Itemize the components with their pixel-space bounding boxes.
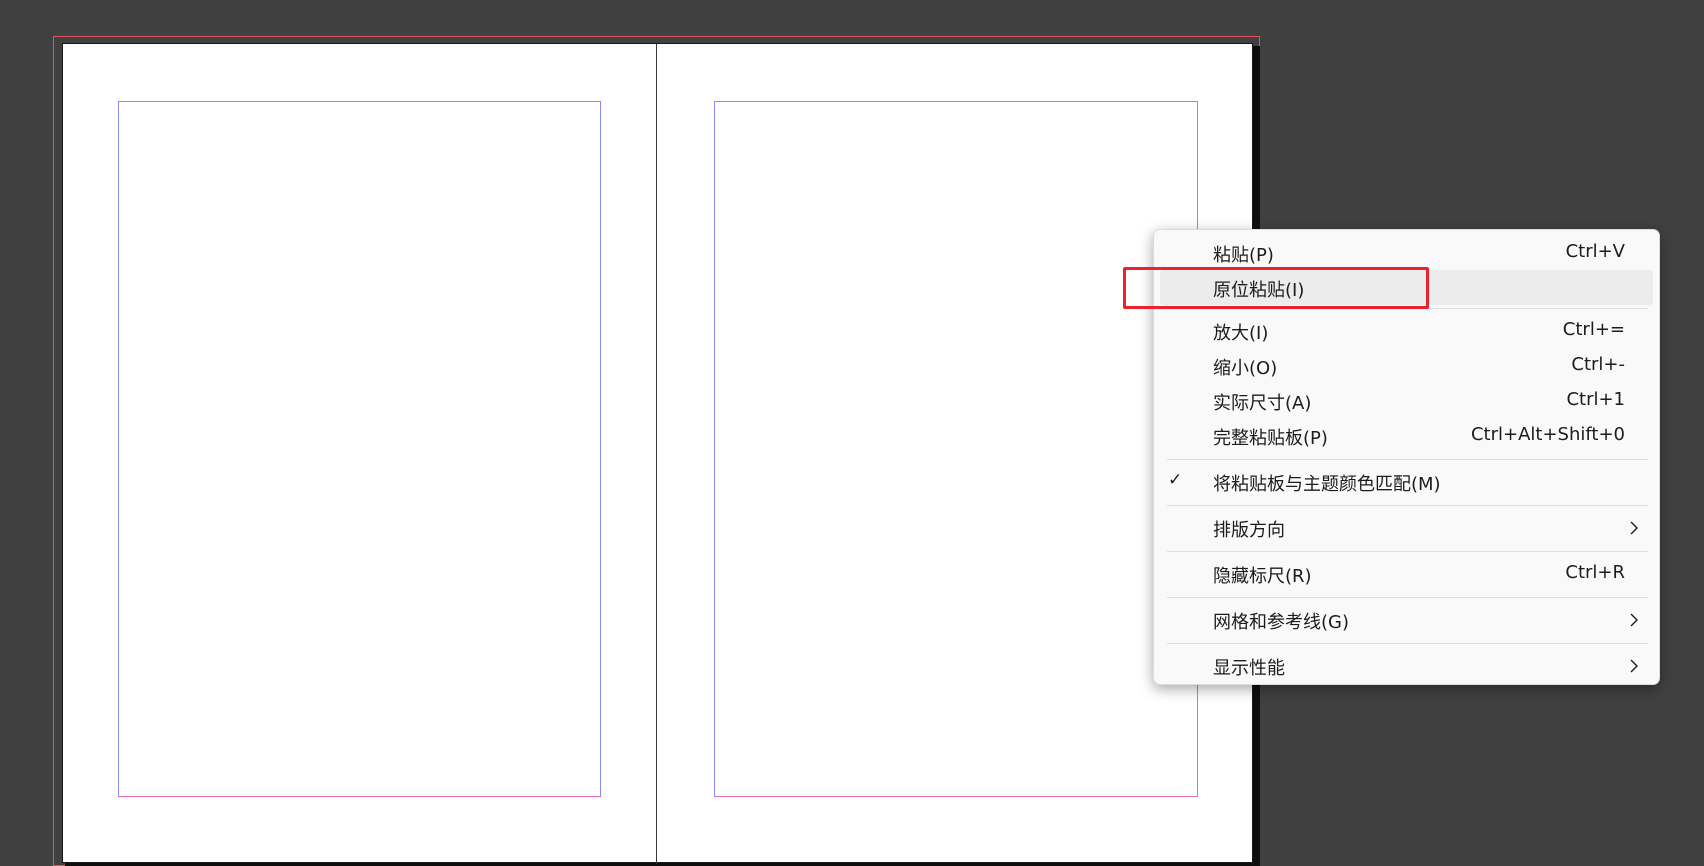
menu-item-label: 隐藏标尺(R) (1213, 566, 1312, 587)
menu-item-shortcut: Ctrl+R (1565, 562, 1625, 583)
menu-item-shortcut: Ctrl+Alt+Shift+0 (1470, 424, 1625, 445)
menu-item-paste[interactable]: 粘贴(P) Ctrl+V (1160, 235, 1653, 270)
checkmark-icon: ✓ (1168, 470, 1183, 490)
menu-item-shortcut: Ctrl+= (1562, 319, 1625, 340)
menu-separator (1167, 505, 1648, 506)
menu-item-display-performance[interactable]: 显示性能 (1160, 648, 1653, 683)
menu-item-paste-in-place[interactable]: 原位粘贴(I) (1160, 270, 1653, 305)
menu-item-label: 粘贴(P) (1213, 245, 1274, 266)
menu-item-match-pasteboard-theme[interactable]: ✓ 将粘贴板与主题颜色匹配(M) (1160, 464, 1653, 499)
pasteboard[interactable]: 粘贴(P) Ctrl+V 原位粘贴(I) 放大(I) Ctrl+= 缩小(O) … (0, 0, 1704, 866)
left-page-margin-guide (118, 101, 601, 797)
menu-item-label: 实际尺寸(A) (1213, 393, 1312, 414)
menu-separator (1167, 643, 1648, 644)
menu-item-label: 网格和参考线(G) (1213, 612, 1349, 633)
menu-item-label: 缩小(O) (1213, 358, 1278, 379)
menu-item-entire-pasteboard[interactable]: 完整粘贴板(P) Ctrl+Alt+Shift+0 (1160, 418, 1653, 453)
right-page-margin-guide (714, 101, 1198, 797)
menu-item-label: 放大(I) (1213, 323, 1269, 344)
chevron-right-icon (1630, 521, 1638, 535)
menu-item-label: 原位粘贴(I) (1213, 280, 1305, 301)
chevron-right-icon (1630, 613, 1638, 627)
menu-separator (1167, 597, 1648, 598)
menu-item-layout-direction[interactable]: 排版方向 (1160, 510, 1653, 545)
spread-spine (656, 44, 657, 864)
menu-item-zoom-out[interactable]: 缩小(O) Ctrl+- (1160, 348, 1653, 383)
chevron-right-icon (1630, 659, 1638, 673)
menu-item-grids-guides[interactable]: 网格和参考线(G) (1160, 602, 1653, 637)
menu-separator (1167, 551, 1648, 552)
menu-item-label: 将粘贴板与主题颜色匹配(M) (1213, 474, 1441, 495)
menu-item-shortcut: Ctrl+1 (1566, 389, 1625, 410)
menu-item-label: 完整粘贴板(P) (1213, 428, 1328, 449)
menu-item-zoom-in[interactable]: 放大(I) Ctrl+= (1160, 313, 1653, 348)
menu-separator (1167, 459, 1648, 460)
menu-item-shortcut: Ctrl+- (1571, 354, 1625, 375)
menu-item-label: 排版方向 (1213, 520, 1285, 541)
menu-separator (1167, 308, 1648, 309)
context-menu: 粘贴(P) Ctrl+V 原位粘贴(I) 放大(I) Ctrl+= 缩小(O) … (1153, 229, 1660, 685)
menu-item-label: 显示性能 (1213, 658, 1285, 679)
menu-item-hide-rulers[interactable]: 隐藏标尺(R) Ctrl+R (1160, 556, 1653, 591)
menu-item-actual-size[interactable]: 实际尺寸(A) Ctrl+1 (1160, 383, 1653, 418)
menu-item-shortcut: Ctrl+V (1565, 241, 1625, 262)
